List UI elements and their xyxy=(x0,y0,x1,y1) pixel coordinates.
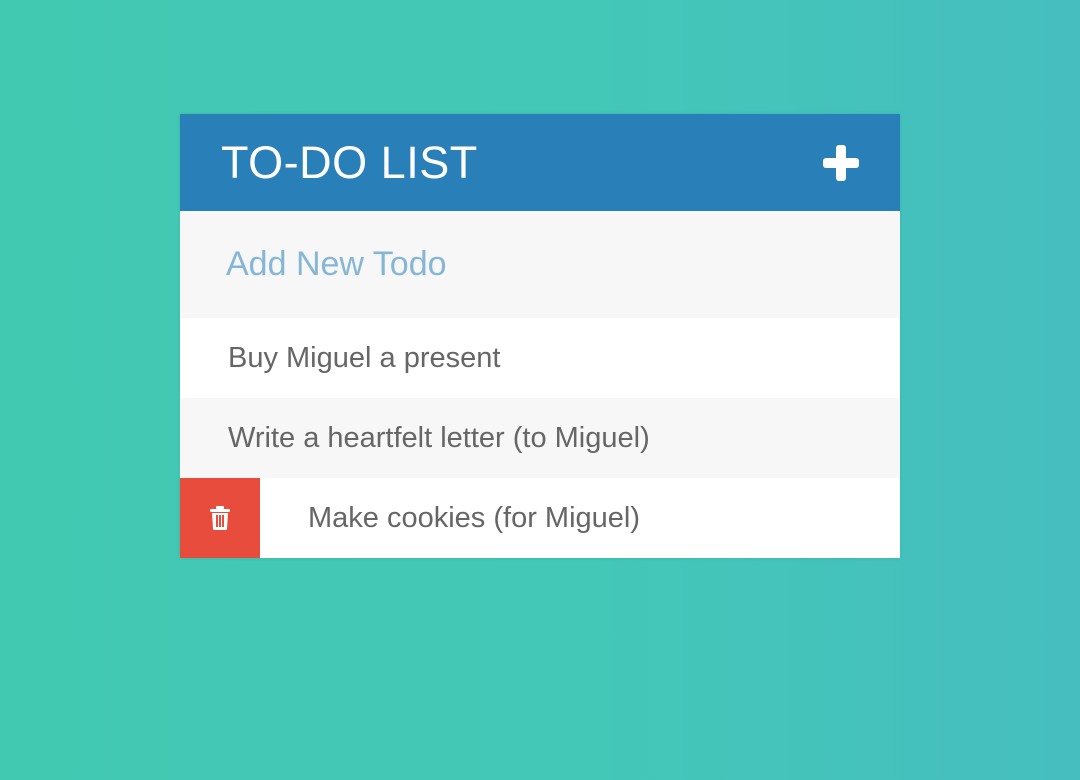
new-todo-row xyxy=(180,211,900,318)
todo-text: Make cookies (for Miguel) xyxy=(308,501,640,534)
todo-text: Write a heartfelt letter (to Miguel) xyxy=(228,421,650,454)
todo-text: Buy Miguel a present xyxy=(228,341,501,374)
new-todo-input[interactable] xyxy=(226,245,826,284)
delete-button[interactable] xyxy=(180,478,260,558)
toggle-add-button[interactable] xyxy=(822,144,860,182)
plus-icon xyxy=(823,144,859,181)
todo-item[interactable]: Make cookies (for Miguel) xyxy=(180,478,900,558)
todo-card: TO-DO LIST Buy Miguel a present Write a … xyxy=(180,114,900,558)
card-header: TO-DO LIST xyxy=(180,114,900,211)
todo-list: Buy Miguel a present Write a heartfelt l… xyxy=(180,318,900,558)
page-title: TO-DO LIST xyxy=(221,137,478,188)
todo-item[interactable]: Write a heartfelt letter (to Miguel) xyxy=(180,398,900,478)
todo-item[interactable]: Buy Miguel a present xyxy=(180,318,900,398)
trash-icon xyxy=(210,506,230,530)
